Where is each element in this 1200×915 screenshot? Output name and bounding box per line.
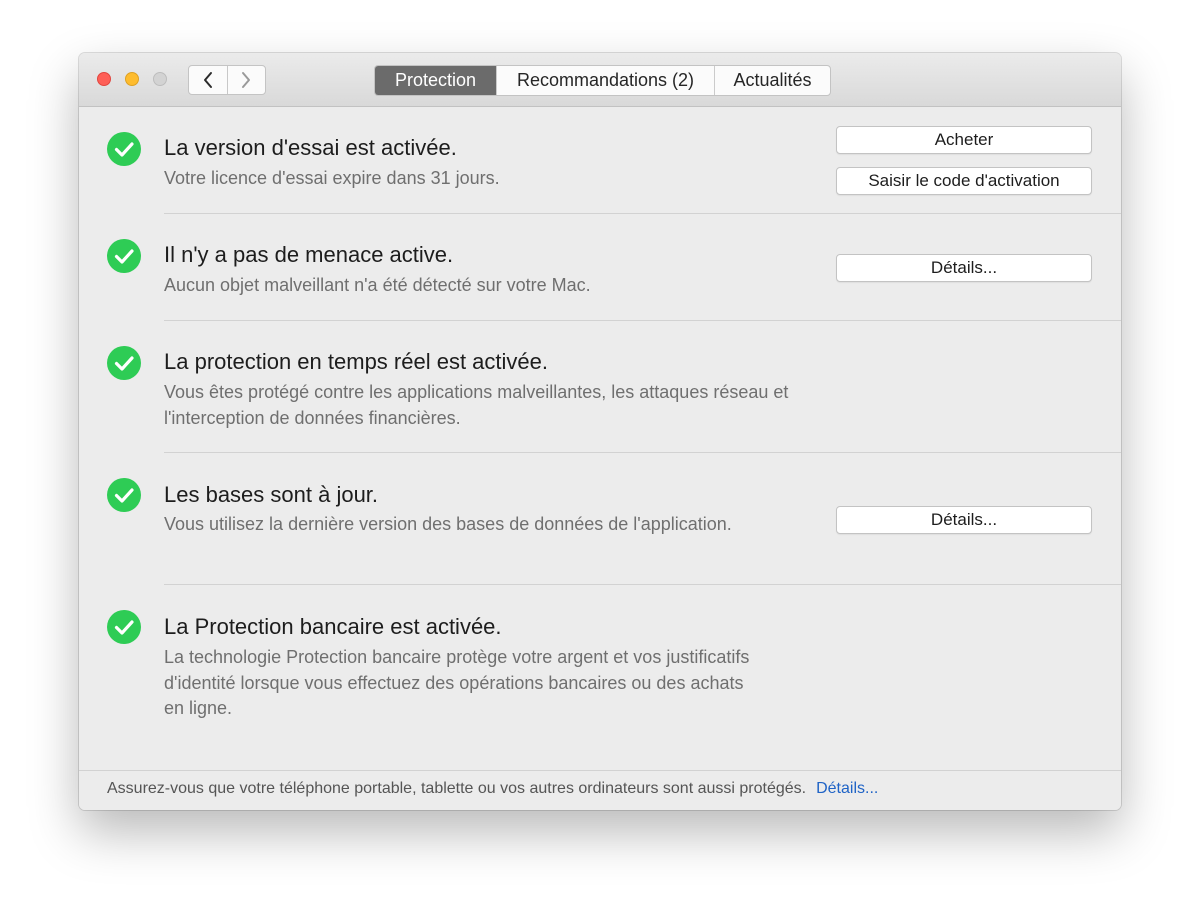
- chevron-left-icon: [203, 72, 212, 88]
- threat-details-button[interactable]: Détails...: [836, 254, 1092, 282]
- trial-status-description: Votre licence d'essai expire dans 31 jou…: [164, 168, 500, 188]
- back-button[interactable]: [189, 66, 227, 94]
- tab-recommandations[interactable]: Recommandations (2): [496, 66, 714, 95]
- footer-bar: Assurez-vous que votre téléphone portabl…: [79, 770, 1121, 810]
- databases-status-description: Vous utilisez la dernière version des ba…: [164, 514, 732, 534]
- databases-status-title: Les bases sont à jour.: [164, 482, 379, 507]
- close-window-button[interactable]: [97, 72, 111, 86]
- divider: [164, 584, 1121, 585]
- check-circle-icon: [107, 239, 141, 273]
- banking-protection-title: La Protection bancaire est activée.: [164, 614, 502, 639]
- buy-button[interactable]: Acheter: [836, 126, 1092, 154]
- minimize-window-button[interactable]: [125, 72, 139, 86]
- divider: [164, 213, 1121, 214]
- chevron-right-icon: [242, 72, 251, 88]
- realtime-protection-description: Vous êtes protégé contre les application…: [164, 382, 789, 428]
- check-circle-icon: [107, 346, 141, 380]
- enter-activation-code-button[interactable]: Saisir le code d'activation: [836, 167, 1092, 195]
- footer-details-link[interactable]: Détails...: [816, 780, 878, 797]
- check-circle-icon: [107, 478, 141, 512]
- trial-status-title: La version d'essai est activée.: [164, 135, 457, 160]
- app-window: Protection Recommandations (2) Actualité…: [79, 53, 1121, 810]
- footer-text: Assurez-vous que votre téléphone portabl…: [107, 780, 807, 797]
- title-bar: Protection Recommandations (2) Actualité…: [79, 53, 1121, 107]
- realtime-protection-title: La protection en temps réel est activée.: [164, 349, 548, 374]
- databases-details-button[interactable]: Détails...: [836, 506, 1092, 534]
- footer-message: Assurez-vous que votre téléphone portabl…: [107, 780, 878, 798]
- banking-protection-description: La technologie Protection bancaire protè…: [164, 647, 750, 718]
- divider: [164, 452, 1121, 453]
- check-circle-icon: [107, 610, 141, 644]
- tab-actualites[interactable]: Actualités: [714, 66, 830, 95]
- threat-status-title: Il n'y a pas de menace active.: [164, 242, 454, 267]
- forward-button[interactable]: [226, 66, 266, 94]
- divider: [164, 320, 1121, 321]
- tab-protection[interactable]: Protection: [375, 66, 496, 95]
- threat-status-description: Aucun objet malveillant n'a été détecté …: [164, 275, 591, 295]
- check-circle-icon: [107, 132, 141, 166]
- zoom-window-button[interactable]: [153, 72, 167, 86]
- navigation-buttons: [188, 65, 266, 95]
- tab-bar: Protection Recommandations (2) Actualité…: [374, 65, 831, 96]
